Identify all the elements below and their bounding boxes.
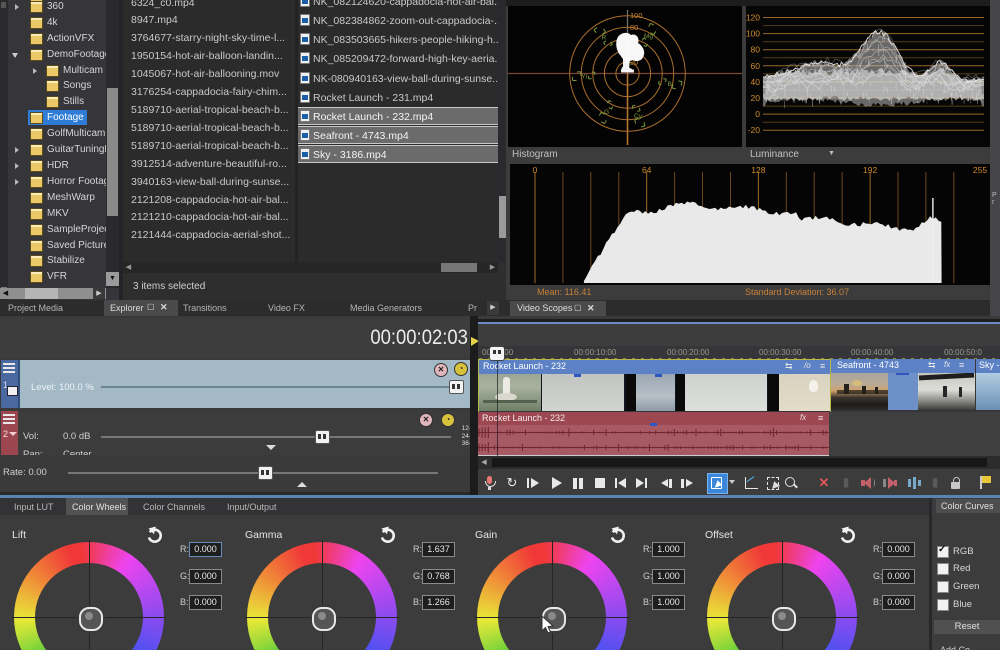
svg-text:255: 255 — [973, 165, 987, 175]
svg-text:192: 192 — [863, 165, 877, 175]
svg-text:Mg: Mg — [644, 33, 653, 40]
svg-text:128: 128 — [751, 165, 765, 175]
svg-text:80: 80 — [630, 23, 638, 32]
svg-text:80: 80 — [751, 45, 761, 55]
svg-text:64: 64 — [642, 165, 652, 175]
svg-text:100: 100 — [630, 11, 643, 20]
svg-text:120: 120 — [746, 13, 760, 23]
svg-text:B: B — [668, 81, 672, 88]
svg-text:20: 20 — [751, 93, 761, 103]
svg-text:0: 0 — [755, 109, 760, 119]
svg-text:100: 100 — [746, 29, 760, 39]
svg-text:Yl: Yl — [581, 73, 587, 80]
svg-text:0: 0 — [533, 165, 538, 175]
svg-text:40: 40 — [751, 77, 761, 87]
svg-text:Cy: Cy — [634, 113, 643, 120]
svg-text:R: R — [602, 35, 607, 42]
svg-text:60: 60 — [751, 61, 761, 71]
svg-text:-20: -20 — [748, 125, 761, 135]
svg-text:G: G — [604, 109, 609, 116]
